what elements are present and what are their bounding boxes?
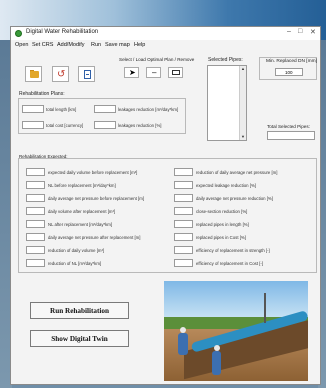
document-icon bbox=[84, 70, 91, 79]
leak-reduction-input[interactable] bbox=[94, 105, 116, 113]
expected-field[interactable] bbox=[174, 194, 193, 202]
menu-open[interactable]: Open bbox=[15, 42, 28, 48]
minimize-button[interactable]: – bbox=[287, 28, 291, 35]
menu-add-modify[interactable]: Add/Modify bbox=[57, 42, 85, 48]
erase-icon bbox=[172, 70, 180, 75]
select-load-label: Select / Load Optimal Plan / Remove bbox=[119, 57, 195, 62]
window-title: Digital Water Rehabilitation bbox=[26, 29, 99, 35]
min-dn-group: Min. Replaced DN [mm] 100 bbox=[259, 57, 317, 80]
close-button[interactable]: ✕ bbox=[310, 28, 316, 36]
erase-button[interactable] bbox=[168, 67, 183, 78]
undo-button[interactable]: ↺ bbox=[52, 66, 69, 82]
scroll-up-icon[interactable]: ▲ bbox=[241, 67, 245, 71]
open-folder-button[interactable] bbox=[25, 66, 42, 82]
expected-field[interactable] bbox=[174, 181, 193, 189]
expected-label: expected daily volume before replacement… bbox=[48, 170, 138, 175]
expected-label: replaced pipes in length [%] bbox=[196, 222, 249, 227]
selected-pipes-label: Selected Pipes: bbox=[208, 57, 243, 63]
expected-field[interactable] bbox=[26, 181, 45, 189]
worker-figure bbox=[178, 333, 188, 355]
total-selected-label: Total Selected Pipes: bbox=[267, 124, 310, 129]
utility-pole bbox=[264, 293, 266, 323]
expected-field[interactable] bbox=[174, 246, 193, 254]
scroll-down-icon[interactable]: ▼ bbox=[241, 135, 245, 139]
minus-icon: – bbox=[152, 68, 157, 77]
expected-label: efficiency of replacement in Cost [-] bbox=[196, 261, 264, 266]
expected-field[interactable] bbox=[26, 259, 45, 267]
expected-field[interactable] bbox=[26, 207, 45, 215]
app-logo-icon bbox=[15, 30, 22, 37]
remove-button[interactable]: – bbox=[146, 67, 161, 78]
expected-label: efficiency of replacement in strength [-… bbox=[196, 248, 270, 253]
expected-field[interactable] bbox=[174, 207, 193, 215]
total-cost-input[interactable] bbox=[22, 121, 44, 129]
expected-label: expected leakage reduction [%] bbox=[196, 183, 256, 188]
expected-field[interactable] bbox=[26, 233, 45, 241]
run-rehabilitation-button[interactable]: Run Rehabilitation bbox=[30, 302, 129, 319]
min-dn-input[interactable]: 100 bbox=[275, 68, 303, 76]
expected-label: NL before replacement [m³/day*km] bbox=[48, 183, 116, 188]
rehab-expected-group bbox=[18, 158, 317, 273]
total-length-label: total length [km] bbox=[46, 107, 77, 112]
expected-label: reduction of daily volume [m³] bbox=[48, 248, 105, 253]
expected-label: reduction of daily average net pressure … bbox=[196, 170, 278, 175]
expected-label: NL after replacement [m³/day*km] bbox=[48, 222, 113, 227]
menu-run[interactable]: Run bbox=[91, 42, 101, 48]
total-selected-input[interactable] bbox=[267, 131, 315, 140]
maximize-button[interactable]: □ bbox=[298, 28, 302, 35]
expected-label: daily volume after replacement [m³] bbox=[48, 209, 116, 214]
total-cost-label: total cost [currency] bbox=[46, 123, 84, 128]
worker-figure bbox=[212, 351, 221, 375]
pointer-icon: ➤ bbox=[129, 68, 136, 77]
leak-reduction-label: leakages reduction [m³/day*km] bbox=[118, 107, 179, 112]
app-window: Digital Water Rehabilitation – □ ✕ Open … bbox=[10, 26, 321, 385]
menu-help[interactable]: Help bbox=[134, 42, 145, 48]
expected-label: daily average net pressure after replace… bbox=[48, 235, 141, 240]
total-length-input[interactable] bbox=[22, 105, 44, 113]
expected-label: close-section reduction [%] bbox=[196, 209, 248, 214]
expected-field[interactable] bbox=[26, 194, 45, 202]
expected-label: daily average net pressure before replac… bbox=[48, 196, 145, 201]
menu-save-map[interactable]: Save map bbox=[105, 42, 130, 48]
expected-field[interactable] bbox=[174, 220, 193, 228]
expected-label: replaced pipes in Cost [%] bbox=[196, 235, 246, 240]
menu-bar: Open Set CRS Add/Modify Run Save map Hel… bbox=[11, 41, 320, 51]
title-bar: Digital Water Rehabilitation – □ ✕ bbox=[11, 27, 320, 40]
expected-field[interactable] bbox=[174, 259, 193, 267]
menu-set-crs[interactable]: Set CRS bbox=[32, 42, 53, 48]
expected-label: reduction of NL [m³/day*km] bbox=[48, 261, 102, 266]
selected-pipes-scrollbar[interactable]: ▲ ▼ bbox=[239, 66, 246, 140]
document-button[interactable] bbox=[78, 66, 95, 82]
undo-icon: ↺ bbox=[57, 69, 66, 80]
selected-pipes-list[interactable]: ▲ ▼ bbox=[207, 65, 247, 141]
expected-label: daily average net pressure reduction [%] bbox=[196, 196, 273, 201]
min-dn-label: Min. Replaced DN [mm] bbox=[266, 59, 317, 64]
leak-reduction-pct-input[interactable] bbox=[94, 121, 116, 129]
show-digital-twin-button[interactable]: Show Digital Twin bbox=[30, 330, 129, 347]
expected-field[interactable] bbox=[26, 220, 45, 228]
rehab-plans-title: Rehabilitation Plans: bbox=[19, 91, 65, 97]
select-pointer-button[interactable]: ➤ bbox=[124, 67, 139, 78]
pipe-installation-photo bbox=[164, 281, 308, 381]
leak-reduction-pct-label: leakages reduction [%] bbox=[118, 123, 162, 128]
expected-field[interactable] bbox=[174, 233, 193, 241]
expected-field[interactable] bbox=[26, 168, 45, 176]
expected-field[interactable] bbox=[26, 246, 45, 254]
expected-field[interactable] bbox=[174, 168, 193, 176]
